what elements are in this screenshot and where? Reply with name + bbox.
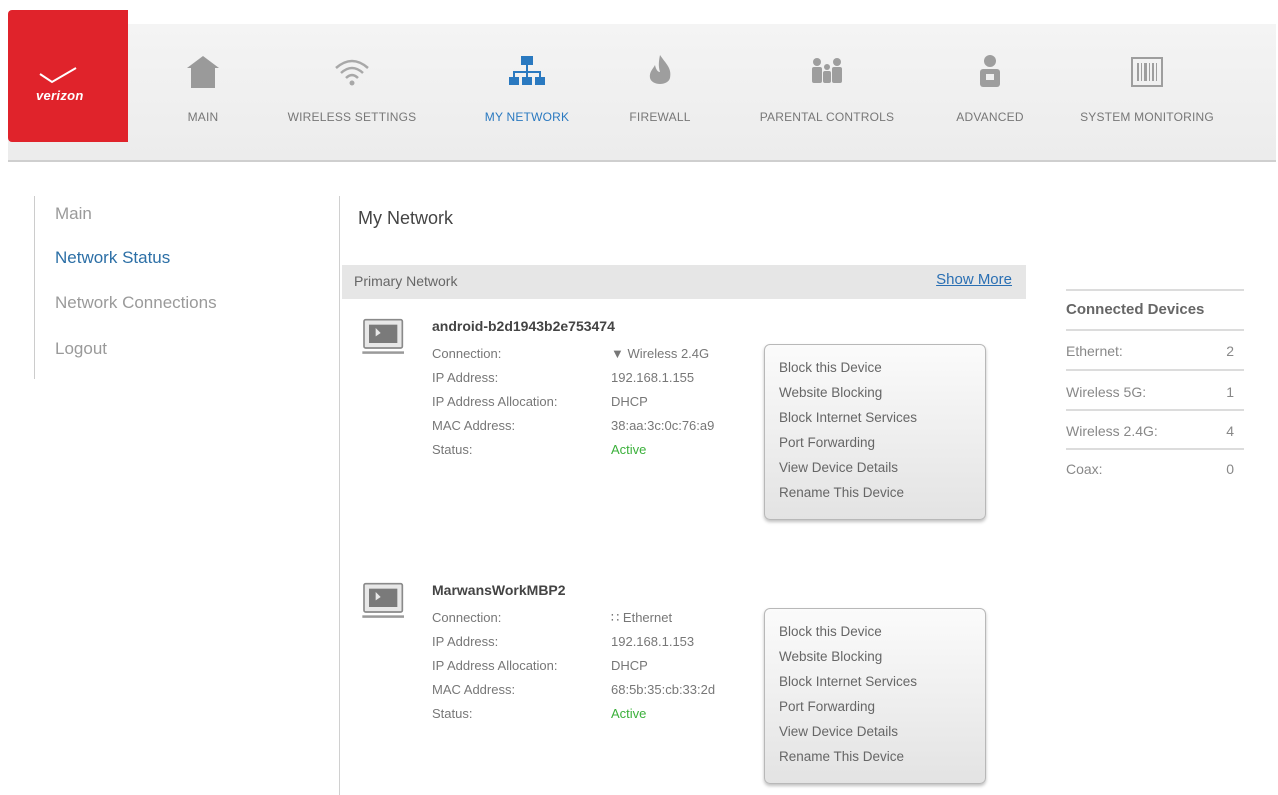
section-title: Primary Network (354, 273, 458, 289)
connection-value: ▼ Wireless 2.4G (611, 346, 709, 361)
fire-icon (649, 55, 671, 84)
status-value: Active (611, 706, 647, 721)
wireless-5g-count: 1 (1226, 384, 1234, 400)
mac-value: 68:5b:35:cb:33:2d (611, 682, 716, 697)
mac-value: 38:aa:3c:0c:76:a9 (611, 418, 715, 433)
nav-parental-controls[interactable]: PARENTAL CONTROLS (736, 24, 918, 162)
allocation-label: IP Address Allocation: (432, 394, 558, 409)
nav-advanced-label: ADVANCED (956, 110, 1024, 124)
nav-firewall[interactable]: FIREWALL (614, 24, 706, 162)
block-internet-services-action[interactable]: Block Internet Services (779, 410, 917, 425)
connection-label: Connection: (432, 610, 502, 625)
divider (1066, 448, 1244, 450)
person-icon (980, 55, 1000, 87)
block-device-action[interactable]: Block this Device (779, 624, 882, 639)
nav-main-label: MAIN (187, 110, 219, 124)
status-value: Active (611, 442, 647, 457)
device-name[interactable]: MarwansWorkMBP2 (432, 582, 566, 598)
website-blocking-action[interactable]: Website Blocking (779, 649, 882, 664)
nav-parental-controls-label: PARENTAL CONTROLS (759, 110, 895, 124)
rename-device-action[interactable]: Rename This Device (779, 749, 904, 764)
ethernet-count-label: Ethernet: (1066, 343, 1123, 359)
device-actions-menu: Block this Device Website Blocking Block… (764, 344, 986, 520)
allocation-label: IP Address Allocation: (432, 658, 558, 673)
nav-system-monitoring[interactable]: SYSTEM MONITORING (1058, 24, 1236, 162)
laptop-icon (362, 582, 404, 618)
sidebar-item-network-status[interactable]: Network Status (55, 248, 170, 268)
nav-my-network-label: MY NETWORK (484, 110, 570, 124)
allocation-value: DHCP (611, 658, 648, 673)
logo-text: verizon (36, 88, 84, 103)
barcode-icon (1131, 57, 1163, 87)
website-blocking-action[interactable]: Website Blocking (779, 385, 882, 400)
nav-main[interactable]: MAIN (168, 24, 238, 162)
nav-wireless-settings-label: WIRELESS SETTINGS (287, 110, 417, 124)
device-entry: MarwansWorkMBP2 Connection: ∷ Ethernet I… (358, 582, 998, 784)
allocation-value: DHCP (611, 394, 648, 409)
device-name[interactable]: android-b2d1943b2e753474 (432, 318, 615, 334)
primary-network-header: Primary Network Show More (342, 265, 1026, 299)
view-device-details-action[interactable]: View Device Details (779, 460, 898, 475)
laptop-icon (362, 318, 404, 354)
show-more-link[interactable]: Show More (936, 271, 1012, 288)
nav-my-network[interactable]: MY NETWORK (463, 24, 591, 162)
coax-count-label: Coax: (1066, 461, 1103, 477)
status-label: Status: (432, 442, 473, 457)
wifi-icon: ▼ (611, 346, 624, 361)
block-device-action[interactable]: Block this Device (779, 360, 882, 375)
ip-value: 192.168.1.155 (611, 370, 695, 385)
ethernet-icon: ∷ (611, 610, 620, 625)
home-icon (187, 56, 219, 88)
connection-type: Wireless 2.4G (627, 346, 710, 361)
sidebar-item-network-connections[interactable]: Network Connections (55, 293, 217, 313)
divider (1066, 409, 1244, 411)
content-divider (339, 196, 340, 795)
top-navigation-bar: MAIN WIRELESS SETTINGS MY NETWORK FIREWA… (8, 24, 1276, 162)
status-label: Status: (432, 706, 473, 721)
nav-wireless-settings[interactable]: WIRELESS SETTINGS (266, 24, 438, 162)
wireless-24g-count-label: Wireless 2.4G: (1066, 423, 1158, 439)
mac-label: MAC Address: (432, 682, 516, 697)
port-forwarding-action[interactable]: Port Forwarding (779, 699, 875, 714)
divider (1066, 369, 1244, 371)
wifi-icon (335, 59, 369, 86)
sidebar-item-main[interactable]: Main (55, 204, 92, 224)
view-device-details-action[interactable]: View Device Details (779, 724, 898, 739)
sidebar: Main Network Status Network Connections … (34, 196, 274, 379)
device-actions-menu: Block this Device Website Blocking Block… (764, 608, 986, 784)
connection-type: Ethernet (622, 610, 673, 625)
mac-label: MAC Address: (432, 418, 516, 433)
nav-advanced[interactable]: ADVANCED (938, 24, 1042, 162)
connection-value: ∷ Ethernet (611, 610, 672, 626)
device-entry: android-b2d1943b2e753474 Connection: ▼ W… (358, 318, 998, 520)
verizon-logo[interactable]: verizon (8, 10, 128, 142)
nav-system-monitoring-label: SYSTEM MONITORING (1080, 110, 1214, 124)
wireless-5g-count-label: Wireless 5G: (1066, 384, 1147, 400)
ip-value: 192.168.1.153 (611, 634, 695, 649)
nav-firewall-label: FIREWALL (629, 110, 691, 124)
block-internet-services-action[interactable]: Block Internet Services (779, 674, 917, 689)
ip-label: IP Address: (432, 370, 499, 385)
wireless-24g-count: 4 (1226, 423, 1234, 439)
ip-label: IP Address: (432, 634, 499, 649)
network-icon (509, 56, 545, 85)
connected-devices-title: Connected Devices (1066, 301, 1205, 318)
divider (1066, 289, 1244, 291)
ethernet-count: 2 (1226, 343, 1234, 359)
page-title: My Network (358, 208, 454, 228)
family-icon (812, 58, 842, 83)
rename-device-action[interactable]: Rename This Device (779, 485, 904, 500)
connection-label: Connection: (432, 346, 502, 361)
port-forwarding-action[interactable]: Port Forwarding (779, 435, 875, 450)
sidebar-item-logout[interactable]: Logout (55, 339, 107, 359)
coax-count: 0 (1226, 461, 1234, 477)
divider (1066, 329, 1244, 331)
checkmark-icon (39, 67, 77, 84)
